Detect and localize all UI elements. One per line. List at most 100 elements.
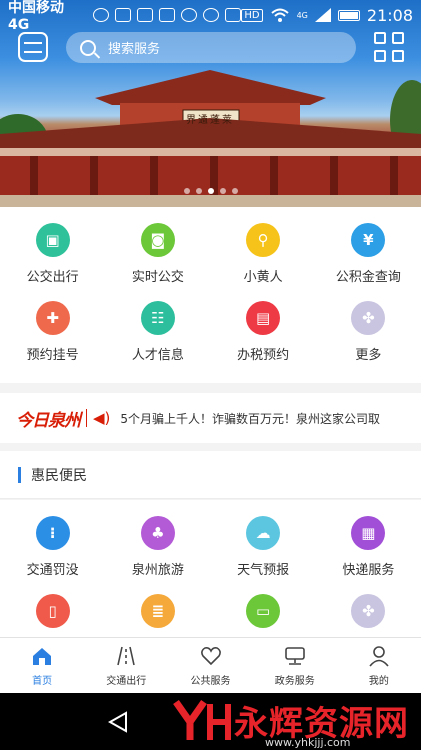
service-label: 公积金查询 bbox=[335, 270, 401, 285]
traffic-light-icon: ⁝ bbox=[35, 516, 70, 550]
app-notification-icon bbox=[137, 8, 154, 22]
service-label: 预约挂号 bbox=[26, 348, 79, 363]
section-accent-bar bbox=[18, 466, 21, 483]
convenience-services: ⁝ 交通罚没 ♣ 泉州旅游 ☁ 天气预报 ▦ 快递服务 ▯ ≣ ▭ ✤ bbox=[0, 500, 421, 637]
wifi-icon bbox=[270, 8, 289, 22]
icon-glyph: ♣ bbox=[151, 524, 165, 542]
carousel-dot bbox=[183, 188, 190, 194]
message-icon bbox=[159, 8, 176, 22]
tax-icon: ▤ bbox=[246, 301, 281, 335]
service-item[interactable]: ▦ 快递服务 bbox=[316, 500, 421, 578]
icon-glyph: ▯ bbox=[48, 602, 57, 620]
service-item[interactable]: ⁝ 交通罚没 bbox=[0, 500, 105, 578]
sync-icon bbox=[181, 8, 198, 22]
service-item[interactable]: ▤ 办税预约 bbox=[211, 285, 316, 363]
network-type: 4G bbox=[296, 10, 308, 20]
wechat-icon bbox=[93, 8, 110, 22]
menu-icon[interactable] bbox=[18, 32, 48, 62]
tab-user[interactable]: 我的 bbox=[337, 638, 421, 693]
signal-icon bbox=[314, 8, 331, 22]
service-label: 办税预约 bbox=[237, 348, 290, 363]
carousel-indicator bbox=[0, 188, 421, 194]
tab-label: 政务服务 bbox=[274, 675, 315, 687]
bicycle-icon: ⚲ bbox=[246, 223, 281, 257]
service-item[interactable]: ✤ 更多 bbox=[316, 285, 421, 363]
icon-glyph: ✚ bbox=[46, 309, 59, 327]
service-item[interactable]: ☷ 人才信息 bbox=[105, 285, 210, 363]
icon-glyph: ¥ bbox=[363, 231, 374, 249]
clock: 21:08 bbox=[366, 5, 413, 25]
phone-icon: ▯ bbox=[35, 594, 70, 628]
section-title: 惠民便民 bbox=[31, 467, 87, 484]
tab-home[interactable]: 首页 bbox=[0, 638, 84, 693]
icon-glyph: ☁ bbox=[255, 524, 271, 542]
user-icon bbox=[368, 645, 390, 667]
tv-icon: ▭ bbox=[246, 594, 281, 628]
icon-glyph: ☷ bbox=[151, 309, 165, 327]
watermark: 永辉资源网 www.yhkjjj.com bbox=[170, 696, 409, 749]
icon-glyph: ≣ bbox=[151, 602, 165, 620]
news-headline[interactable]: 5个月骗上千人！诈骗数百万元！泉州这家公司取 bbox=[120, 410, 380, 427]
service-label: 公交出行 bbox=[26, 270, 79, 285]
top-header: 搜索服务 bbox=[0, 30, 421, 68]
realtime-bus-icon: ◙ bbox=[140, 223, 175, 257]
quick-services: ▣ 公交出行 ◙ 实时公交 ⚲ 小黄人 ¥ 公积金查询 ✚ 预约挂号 ☷ 人才信息 ▤ 办税预约 ✤ 更多 bbox=[0, 207, 421, 383]
banner-plaque-text: 界遹蓬莱 bbox=[186, 115, 234, 126]
cloud-icon: ☁ bbox=[246, 516, 281, 550]
more-icon: ✤ bbox=[351, 594, 386, 628]
service-item[interactable]: ✤ bbox=[316, 578, 421, 637]
search-bar[interactable]: 搜索服务 bbox=[66, 32, 356, 63]
carrier-label: 中国移动 4G bbox=[8, 0, 64, 33]
icon-glyph: ✤ bbox=[362, 309, 375, 327]
service-item[interactable]: ¥ 公积金查询 bbox=[316, 207, 421, 285]
convenience-services-grid: ⁝ 交通罚没 ♣ 泉州旅游 ☁ 天气预报 ▦ 快递服务 ▯ ≣ ▭ ✤ bbox=[0, 500, 421, 637]
document-icon: ≣ bbox=[140, 594, 175, 628]
scan-qr-icon[interactable] bbox=[374, 32, 404, 62]
service-item[interactable]: ☁ 天气预报 bbox=[211, 500, 316, 578]
search-icon bbox=[80, 39, 96, 56]
quick-services-grid: ▣ 公交出行 ◙ 实时公交 ⚲ 小黄人 ¥ 公积金查询 ✚ 预约挂号 ☷ 人才信息 ▤ 办税预约 ✤ 更多 bbox=[0, 207, 421, 363]
service-item[interactable]: ▯ bbox=[0, 578, 105, 637]
road-icon bbox=[115, 645, 137, 667]
image-icon bbox=[225, 8, 242, 22]
service-label: 泉州旅游 bbox=[131, 563, 184, 578]
palm-tree-icon: ♣ bbox=[140, 516, 175, 550]
service-label: 实时公交 bbox=[131, 270, 184, 285]
carousel-dot bbox=[195, 188, 202, 194]
government-icon bbox=[284, 645, 306, 667]
service-label: 天气预报 bbox=[237, 563, 290, 578]
service-item[interactable]: ▣ 公交出行 bbox=[0, 207, 105, 285]
watermark-url: www.yhkjjj.com bbox=[265, 736, 351, 749]
service-label: 快递服务 bbox=[342, 563, 395, 578]
speaker-icon: ◀) bbox=[93, 409, 111, 427]
service-item[interactable]: ▭ bbox=[211, 578, 316, 637]
news-brand-logo: 今日泉州 bbox=[16, 410, 81, 431]
chat-icon bbox=[203, 8, 220, 22]
home-icon bbox=[31, 645, 53, 667]
tab-label: 交通出行 bbox=[106, 675, 147, 687]
tab-government[interactable]: 政务服务 bbox=[253, 638, 337, 693]
icon-glyph: ▭ bbox=[256, 602, 271, 620]
service-item[interactable]: ◙ 实时公交 bbox=[105, 207, 210, 285]
service-item[interactable]: ✚ 预约挂号 bbox=[0, 285, 105, 363]
service-item[interactable]: ⚲ 小黄人 bbox=[211, 207, 316, 285]
battery-icon bbox=[337, 9, 360, 21]
service-item[interactable]: ♣ 泉州旅游 bbox=[105, 500, 210, 578]
doctor-icon: ✚ bbox=[35, 301, 70, 335]
news-ticker[interactable]: 今日泉州 ◀) 5个月骗上千人！诈骗数百万元！泉州这家公司取 bbox=[0, 393, 421, 443]
tab-heart[interactable]: 公共服务 bbox=[168, 638, 252, 693]
more-icon: ✤ bbox=[351, 301, 386, 335]
tab-label: 首页 bbox=[32, 675, 53, 687]
status-bar: 中国移动 4G HD 4G 21:08 bbox=[0, 0, 421, 33]
back-icon[interactable] bbox=[108, 711, 128, 733]
service-label: 交通罚没 bbox=[26, 563, 79, 578]
service-item[interactable]: ≣ bbox=[105, 578, 210, 637]
bottom-tab-bar: 首页 交通出行 公共服务 政务服务 我的 bbox=[0, 637, 421, 693]
keyboard-icon bbox=[115, 8, 132, 22]
tab-road[interactable]: 交通出行 bbox=[84, 638, 168, 693]
package-icon: ▦ bbox=[351, 516, 386, 550]
carousel-dot-active bbox=[207, 188, 214, 194]
service-label: 小黄人 bbox=[243, 270, 283, 285]
carousel-dot bbox=[231, 188, 238, 194]
icon-glyph: ⁝ bbox=[49, 524, 56, 542]
